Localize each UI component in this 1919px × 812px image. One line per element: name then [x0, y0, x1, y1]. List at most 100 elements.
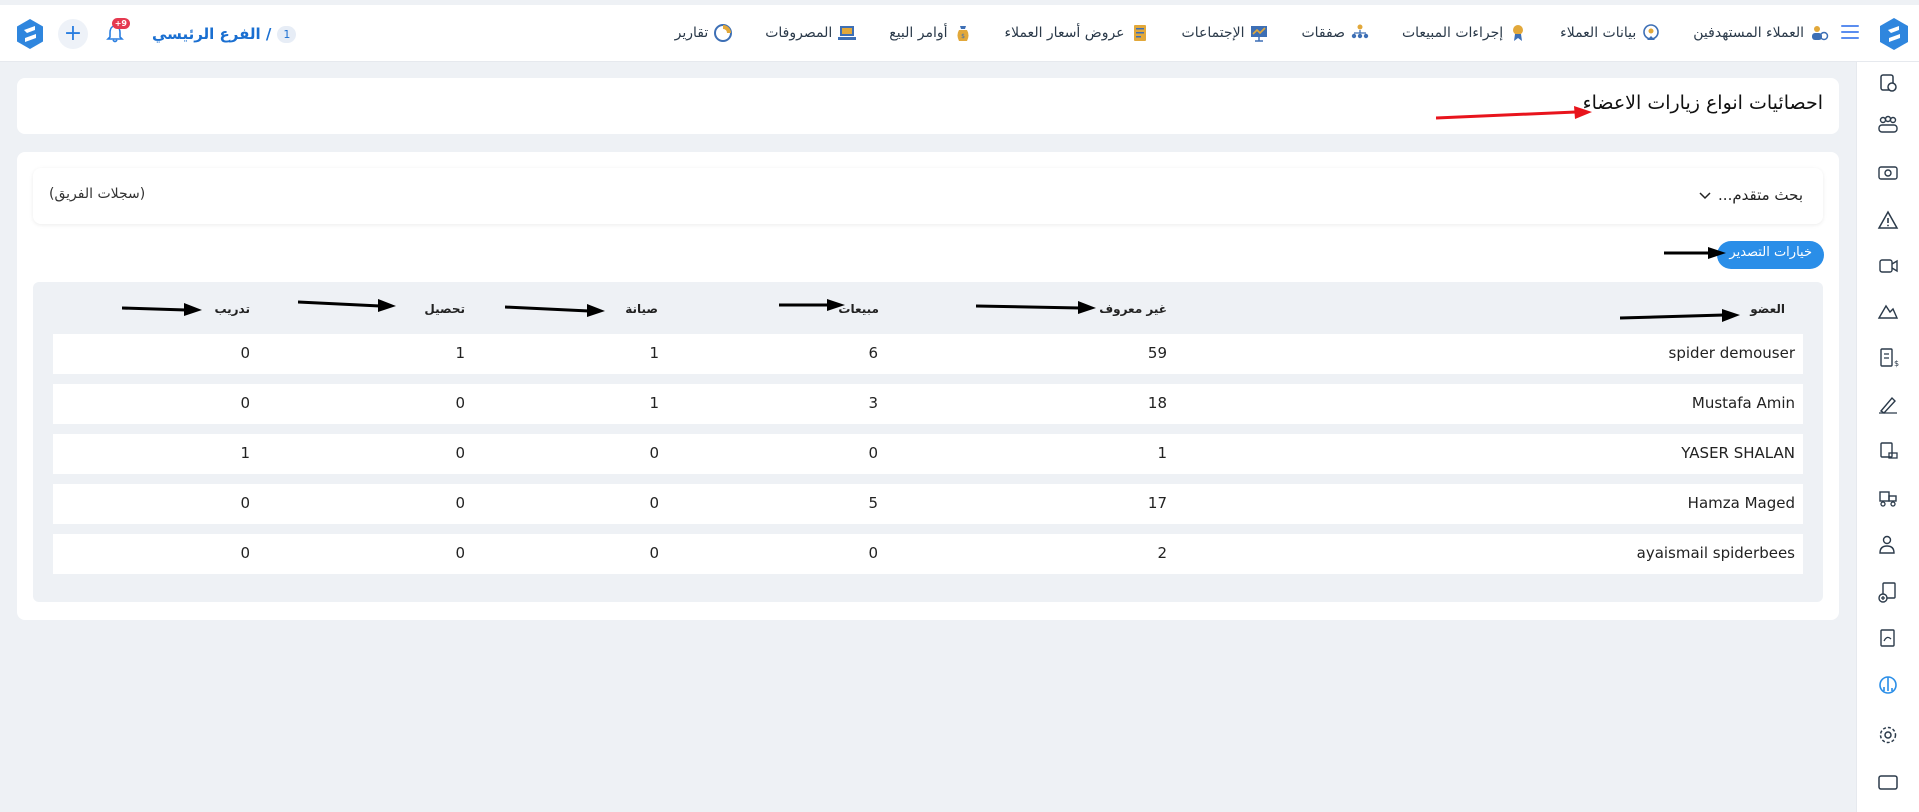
nav-quotes[interactable]: عروض أسعار العملاء: [1005, 23, 1150, 43]
column-header-member[interactable]: العضو: [1750, 302, 1785, 316]
user-settings-icon[interactable]: [1877, 534, 1899, 556]
column-header-maintenance[interactable]: صيانة: [625, 302, 658, 316]
team-records-label: (سجلات الفريق): [49, 186, 146, 202]
meetings-icon: [1251, 26, 1268, 42]
nav-sales-orders[interactable]: $ أوامر البيع: [889, 23, 972, 43]
add-button[interactable]: +: [58, 19, 88, 49]
deals-icon: [1351, 24, 1369, 39]
mountain-icon[interactable]: [1877, 300, 1899, 322]
cell-maintenance: 0: [649, 494, 659, 512]
app-logo[interactable]: [1877, 17, 1911, 51]
shipping-truck-icon[interactable]: [1877, 487, 1899, 509]
nav-label: الإجتماعات: [1181, 25, 1245, 41]
advanced-search-toggle[interactable]: بحث متقدم...: [1698, 186, 1803, 204]
top-bar: العملاء المستهدفين بيانات العملاء إجراءا…: [0, 5, 1919, 62]
table-row: ayaismail spiderbees 2 0 0 0 0: [53, 534, 1803, 574]
notification-badge: +9: [111, 18, 130, 29]
expenses-icon: [838, 26, 857, 40]
warning-icon[interactable]: [1877, 209, 1899, 231]
nav-label: صفقات: [1301, 25, 1345, 41]
cell-maintenance: 1: [649, 344, 659, 362]
cell-unknown: 2: [1157, 544, 1167, 562]
nav-expenses[interactable]: المصروفات: [765, 23, 857, 43]
nav-label: بيانات العملاء: [1560, 25, 1637, 41]
export-options-button[interactable]: خيارات التصدير: [1717, 241, 1824, 269]
cell-sales: 0: [868, 544, 878, 562]
window-icon[interactable]: [1877, 772, 1899, 794]
maintenance-annotation-arrow: [505, 304, 605, 317]
nav-label: إجراءات المبيعات: [1401, 25, 1504, 41]
training-annotation-arrow: [122, 303, 202, 316]
cell-unknown: 1: [1157, 444, 1167, 462]
cell-collection: 0: [455, 494, 465, 512]
nav-deals[interactable]: صفقات: [1301, 23, 1370, 43]
top-navigation: العملاء المستهدفين بيانات العملاء إجراءا…: [675, 21, 1829, 45]
analytics-icon[interactable]: [1877, 674, 1899, 696]
cell-maintenance: 0: [649, 544, 659, 562]
gear-icon[interactable]: [1877, 724, 1899, 746]
column-header-unknown[interactable]: غير معروف: [1099, 302, 1167, 316]
main-card: بحث متقدم... (سجلات الفريق) خيارات التصد…: [17, 152, 1839, 620]
cell-training: 0: [240, 344, 250, 362]
nav-reports[interactable]: تقارير: [675, 23, 734, 43]
advanced-search-label: بحث متقدم...: [1718, 186, 1803, 204]
cell-training: 1: [240, 444, 250, 462]
money-icon[interactable]: [1877, 162, 1899, 184]
branch-name: الفرع الرئيسي /: [152, 25, 272, 43]
nav-targeted-clients[interactable]: العملاء المستهدفين: [1693, 23, 1829, 43]
table-row: Hamza Maged 17 5 0 0 0: [53, 484, 1803, 524]
targeted-clients-icon: [1812, 26, 1829, 41]
team-icon[interactable]: [1877, 114, 1899, 136]
cell-collection: 0: [455, 394, 465, 412]
file-settings-icon[interactable]: [1877, 72, 1899, 94]
header-left-group: + +9 الفرع الرئيسي / 1: [14, 18, 297, 50]
add-document-icon[interactable]: [1877, 581, 1899, 603]
column-header-collection[interactable]: تحصيل: [424, 302, 465, 316]
reports-icon: [714, 24, 733, 42]
red-annotation-arrow: [1436, 106, 1592, 120]
nav-client-data[interactable]: بيانات العملاء: [1560, 23, 1661, 43]
cell-sales: 3: [868, 394, 878, 412]
nav-label: المصروفات: [765, 25, 833, 41]
nav-label: أوامر البيع: [889, 25, 948, 41]
table-row: Mustafa Amin 18 3 1 0 0: [53, 384, 1803, 424]
invoice-icon[interactable]: $: [1877, 347, 1899, 369]
delivery-document-icon[interactable]: [1877, 440, 1899, 462]
nav-label: تقارير: [674, 25, 709, 41]
cell-sales: 6: [868, 344, 878, 362]
cell-member: ayaismail spiderbees: [1636, 544, 1795, 562]
nav-sales-procedures[interactable]: إجراءات المبيعات: [1402, 23, 1528, 43]
sales-annotation-arrow: [779, 299, 845, 311]
table-row: spider demouser 59 6 1 1 0: [53, 334, 1803, 374]
app-small-logo[interactable]: [14, 18, 46, 50]
stats-table: العضو غير معروف مبيعات صيانة تحصيل تدريب…: [33, 282, 1823, 602]
cell-sales: 0: [868, 444, 878, 462]
cell-training: 0: [240, 394, 250, 412]
contract-icon[interactable]: [1877, 627, 1899, 649]
advanced-search-panel: بحث متقدم... (سجلات الفريق): [33, 168, 1823, 224]
nav-meetings[interactable]: الإجتماعات: [1182, 23, 1270, 43]
cell-collection: 0: [455, 444, 465, 462]
notifications-button[interactable]: +9: [100, 18, 130, 49]
svg-text:$: $: [961, 33, 965, 40]
collection-annotation-arrow: [298, 299, 396, 312]
right-sidebar: $: [1856, 62, 1919, 812]
cell-collection: 0: [455, 544, 465, 562]
cell-maintenance: 0: [649, 444, 659, 462]
cell-member: YASER SHALAN: [1681, 444, 1795, 462]
cell-unknown: 17: [1147, 494, 1167, 512]
client-data-icon: [1643, 24, 1660, 40]
video-call-icon[interactable]: [1877, 255, 1899, 277]
column-header-training[interactable]: تدريب: [214, 302, 250, 316]
branch-selector[interactable]: الفرع الرئيسي / 1: [152, 25, 297, 43]
menu-toggle-icon[interactable]: [1841, 25, 1859, 39]
svg-text:$: $: [1894, 359, 1899, 368]
sales-procedures-icon: [1513, 25, 1524, 41]
cell-training: 0: [240, 494, 250, 512]
cell-member: spider demouser: [1668, 344, 1795, 362]
export-annotation-arrow: [1664, 247, 1726, 259]
cell-unknown: 59: [1147, 344, 1167, 362]
cell-unknown: 18: [1147, 394, 1167, 412]
cell-member: Mustafa Amin: [1691, 394, 1795, 412]
signature-icon[interactable]: [1877, 393, 1899, 415]
